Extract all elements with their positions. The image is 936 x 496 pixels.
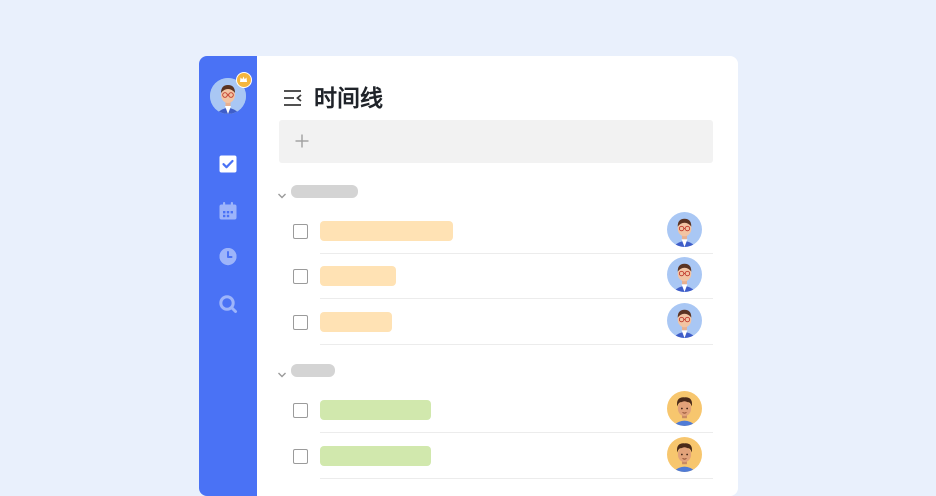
assignee-avatar[interactable]: [667, 303, 702, 338]
assignee-avatar[interactable]: [667, 391, 702, 426]
task-title-placeholder: [320, 400, 431, 420]
add-task-input[interactable]: [279, 120, 713, 163]
group-header[interactable]: [277, 364, 367, 378]
assignee-avatar[interactable]: [667, 212, 702, 247]
task-checkbox[interactable]: [293, 269, 308, 284]
sidebar: [199, 56, 257, 496]
vip-crown-icon: [236, 72, 252, 88]
group-label-placeholder: [291, 185, 358, 198]
checkbox-icon[interactable]: [218, 154, 238, 174]
chevron-down-icon: [277, 366, 287, 378]
app-window: 时间线: [199, 56, 738, 496]
task-row[interactable]: [279, 300, 713, 345]
collapse-sidebar-icon[interactable]: [283, 89, 303, 107]
assignee-avatar[interactable]: [667, 257, 702, 292]
task-checkbox[interactable]: [293, 449, 308, 464]
clock-icon[interactable]: [218, 247, 238, 267]
row-divider: [320, 432, 713, 433]
row-divider: [320, 344, 713, 345]
task-checkbox[interactable]: [293, 315, 308, 330]
task-title-placeholder: [320, 221, 453, 241]
search-icon[interactable]: [218, 294, 238, 314]
group-header[interactable]: [277, 185, 367, 199]
task-title-placeholder: [320, 266, 396, 286]
task-checkbox[interactable]: [293, 403, 308, 418]
task-row[interactable]: [279, 254, 713, 299]
main-panel: 时间线: [257, 56, 738, 496]
plus-icon: [295, 134, 309, 148]
row-divider: [320, 298, 713, 299]
row-divider: [320, 478, 713, 479]
task-checkbox[interactable]: [293, 224, 308, 239]
task-title-placeholder: [320, 446, 431, 466]
task-row[interactable]: [279, 434, 713, 479]
chevron-down-icon: [277, 187, 287, 199]
group-label-placeholder: [291, 364, 335, 377]
task-row[interactable]: [279, 388, 713, 433]
assignee-avatar[interactable]: [667, 437, 702, 472]
calendar-icon[interactable]: [218, 201, 238, 221]
task-row[interactable]: [279, 209, 713, 254]
task-title-placeholder: [320, 312, 392, 332]
page-title: 时间线: [314, 85, 383, 111]
